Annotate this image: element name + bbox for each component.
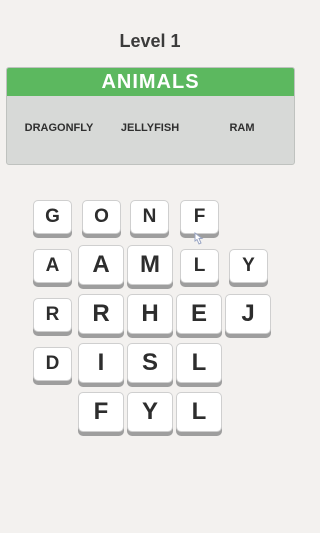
category-name: ANIMALS — [101, 70, 200, 93]
letter-tile[interactable]: S — [127, 343, 173, 383]
target-word: RAM — [229, 122, 255, 134]
letter-tile[interactable]: G — [33, 200, 72, 234]
letter-tile[interactable]: F — [180, 200, 219, 234]
target-word: JELLYFISH — [120, 122, 180, 134]
letter-tile[interactable]: M — [127, 245, 173, 285]
letter-tile[interactable]: J — [225, 294, 271, 334]
hand-pointer-icon — [194, 232, 204, 245]
letter-tile[interactable]: R — [33, 298, 72, 332]
letter-tile[interactable]: A — [33, 249, 72, 283]
category-header: ANIMALS — [7, 68, 294, 96]
target-word: DRAGONFLY — [24, 122, 94, 134]
category-card: ANIMALS DRAGONFLY JELLYFISH RAM — [6, 67, 295, 165]
letter-tile[interactable]: I — [78, 343, 124, 383]
letter-tile[interactable]: A — [78, 245, 124, 285]
letter-tile[interactable]: N — [130, 200, 169, 234]
game-screen: Level 1 ANIMALS DRAGONFLY JELLYFISH RAM … — [0, 0, 300, 533]
letter-tile[interactable]: L — [176, 392, 222, 432]
letter-tile[interactable]: L — [176, 343, 222, 383]
letter-tile[interactable]: R — [78, 294, 124, 334]
letter-tile[interactable]: E — [176, 294, 222, 334]
letter-tile[interactable]: O — [82, 200, 121, 234]
letter-tile[interactable]: L — [180, 249, 219, 283]
letter-tile[interactable]: D — [33, 347, 72, 381]
letter-tile[interactable]: Y — [127, 392, 173, 432]
letter-tile[interactable]: H — [127, 294, 173, 334]
letter-tile[interactable]: Y — [229, 249, 268, 283]
level-title: Level 1 — [119, 31, 181, 51]
letter-tile[interactable]: F — [78, 392, 124, 432]
